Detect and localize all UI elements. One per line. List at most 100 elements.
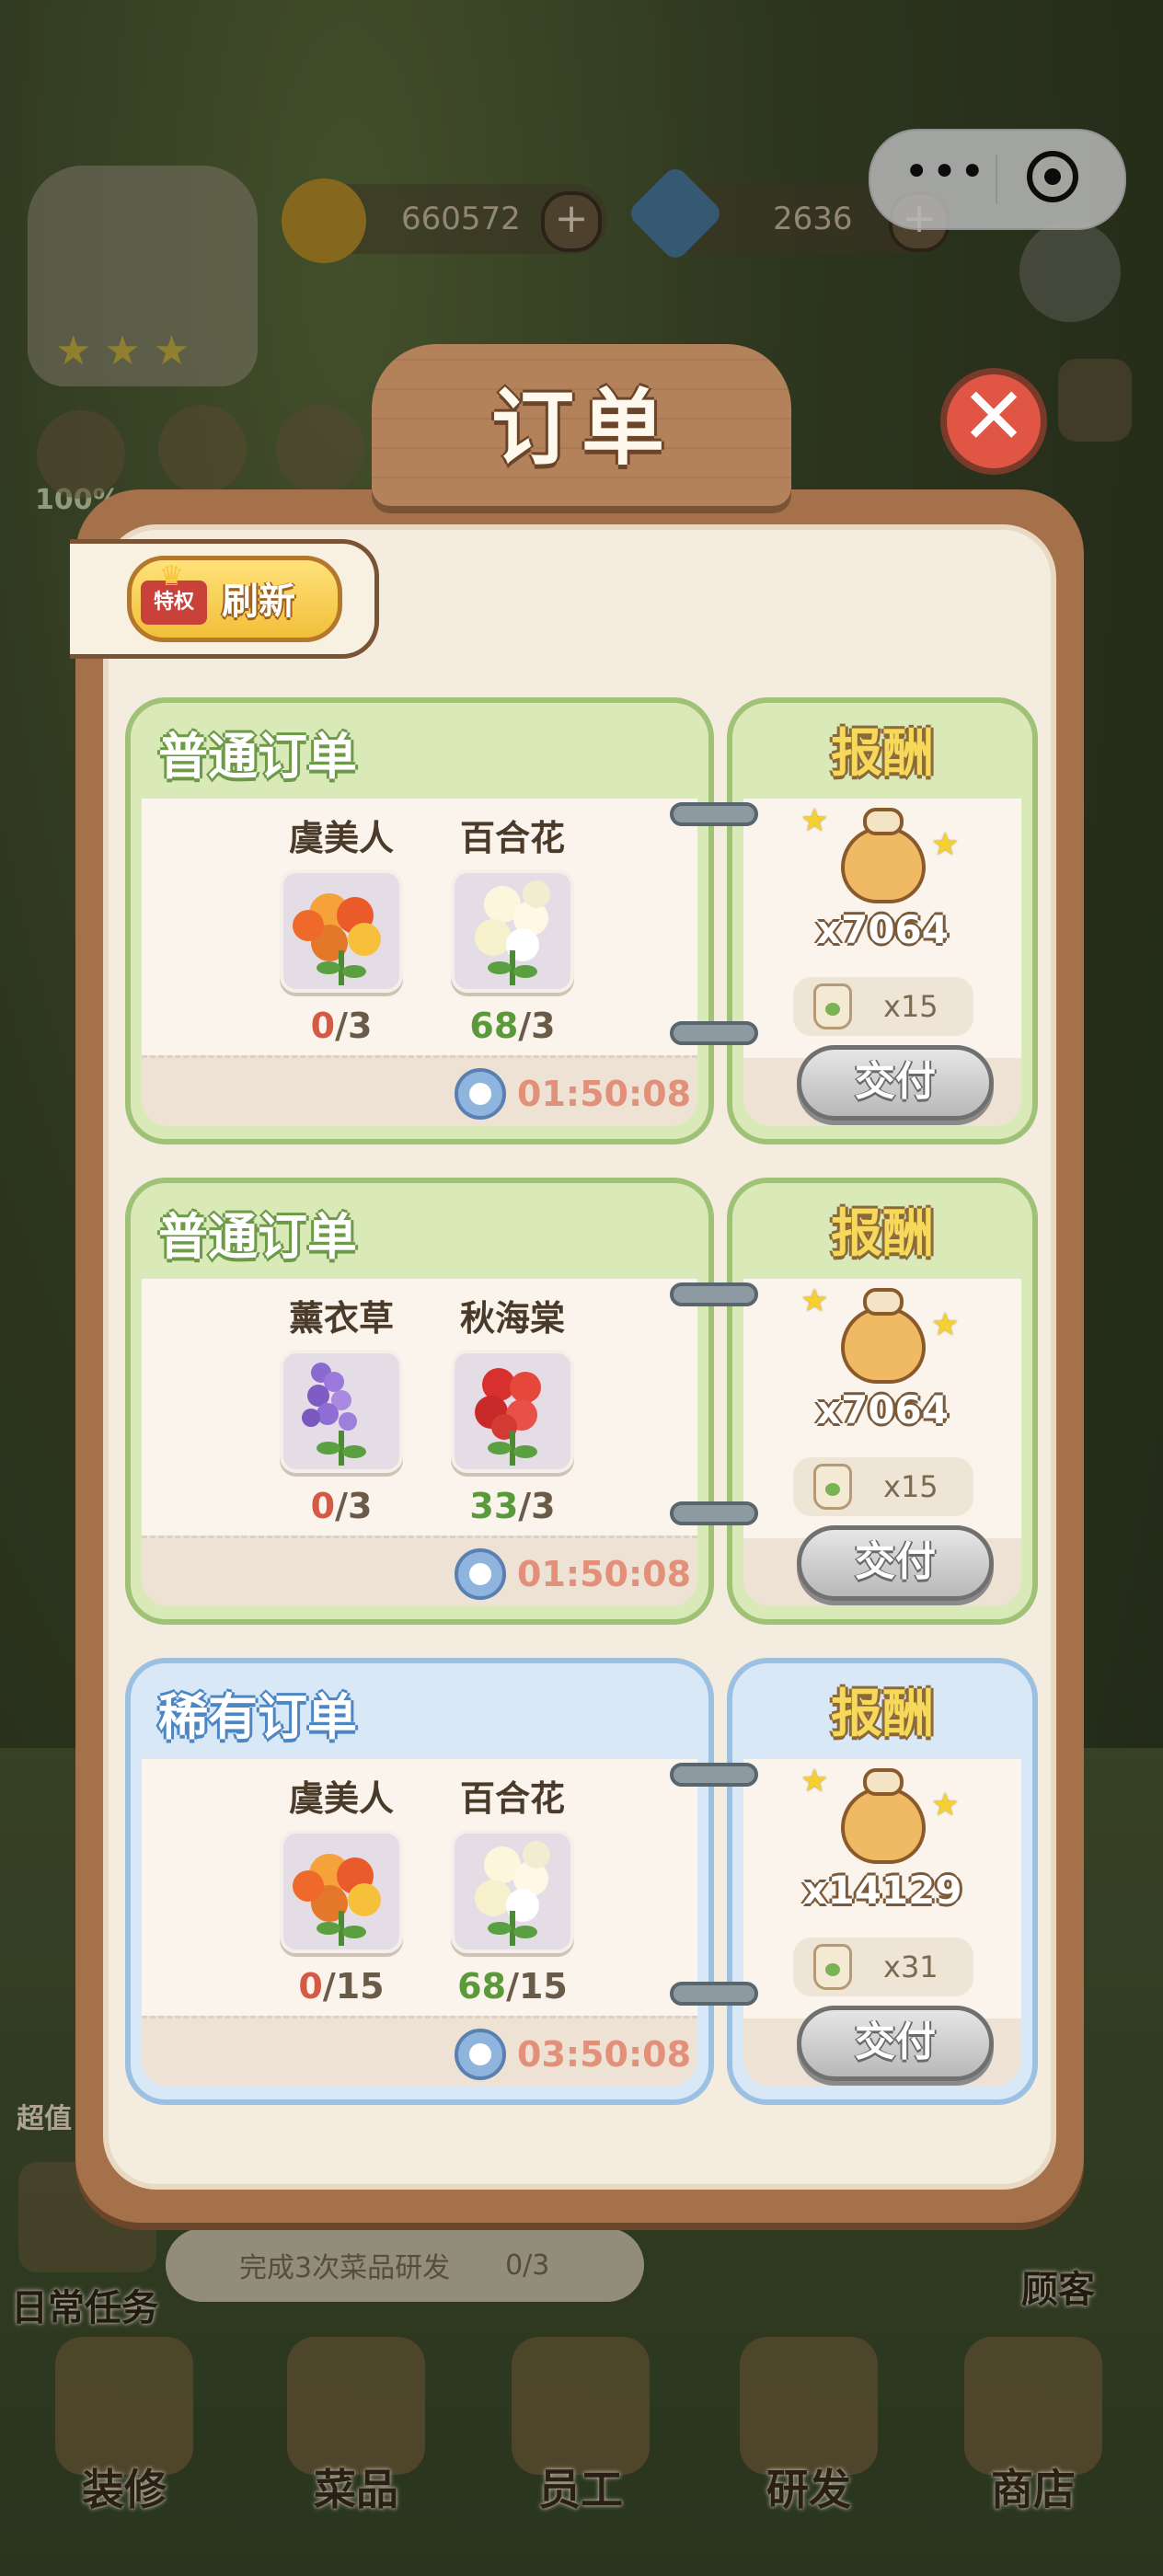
coin-bag-icon	[841, 1288, 926, 1384]
item-name: 虞美人	[288, 1778, 394, 1819]
item-have: 33	[469, 1486, 519, 1526]
binder-ring	[670, 1282, 758, 1306]
jar-quantity: x31	[883, 1949, 938, 1984]
order-timer: 01:50:08	[455, 1065, 691, 1122]
binder-ring	[670, 1021, 758, 1045]
item-name: 百合花	[459, 818, 565, 858]
order-details: 普通订单 虞美人 0/3 百合花 68/3 01:50:08	[125, 697, 714, 1144]
item-have: 0	[310, 1486, 336, 1526]
timer-text: 01:50:08	[517, 1554, 692, 1594]
order-card: 普通订单 虞美人 0/3 百合花 68/3 01:50:08 报酬 ★ ★ x7…	[125, 697, 1038, 1144]
close-button[interactable]: ✕	[940, 368, 1047, 475]
alarm-clock-icon	[455, 2029, 506, 2080]
order-item: 百合花 68/3	[434, 810, 591, 1046]
modal-title: 订单	[491, 380, 672, 477]
order-item: 秋海棠 33/3	[434, 1290, 591, 1526]
order-type: 普通订单	[158, 728, 357, 786]
order-body: 虞美人 0/3 百合花 68/3 01:50:08	[142, 799, 697, 1126]
star-icon: ★	[931, 1306, 960, 1343]
jar-reward: x15	[793, 977, 973, 1036]
order-timer: 03:50:08	[455, 2026, 691, 2083]
order-details: 普通订单 薰衣草 0/3 秋海棠 33/3 01:50:08	[125, 1178, 714, 1625]
reward-body: ★ ★ x7064 x15 交付	[743, 799, 1021, 1126]
star-icon: ★	[800, 1282, 829, 1319]
reward-title: 报酬	[831, 1685, 934, 1744]
timer-text: 03:50:08	[517, 2034, 692, 2075]
item-count: 68/3	[434, 1006, 591, 1046]
item-count: 0/15	[263, 1966, 420, 2007]
vip-crown-badge: 特权	[141, 555, 207, 625]
poppy-flower-icon[interactable]	[280, 1830, 403, 1953]
jar-quantity: x15	[883, 1469, 938, 1504]
coin-bag-icon	[841, 1768, 926, 1864]
refresh-button[interactable]: 特权 刷新	[127, 555, 342, 642]
order-type: 稀有订单	[158, 1688, 357, 1746]
jar-icon	[813, 1944, 852, 1990]
item-count: 0/3	[263, 1486, 420, 1526]
reward-body: ★ ★ x7064 x15 交付	[743, 1279, 1021, 1606]
star-icon: ★	[931, 826, 960, 863]
reward-title: 报酬	[831, 1204, 934, 1264]
jar-quantity: x15	[883, 989, 938, 1024]
reward-body: ★ ★ x14129 x31 交付	[743, 1759, 1021, 2087]
jar-reward: x15	[793, 1457, 973, 1516]
item-name: 秋海棠	[459, 1298, 565, 1339]
order-card: 普通订单 薰衣草 0/3 秋海棠 33/3 01:50:08 报酬 ★ ★ x7…	[125, 1178, 1038, 1625]
item-name: 薰衣草	[288, 1298, 394, 1339]
order-item: 薰衣草 0/3	[263, 1290, 420, 1526]
item-need: /3	[518, 1486, 556, 1526]
alarm-clock-icon	[455, 1068, 506, 1120]
reward-amount: x7064	[816, 1387, 949, 1432]
order-details: 稀有订单 虞美人 0/15 百合花 68/15 03:50:08	[125, 1658, 714, 2105]
jar-reward: x31	[793, 1938, 973, 1996]
order-item: 虞美人 0/15	[263, 1770, 420, 2007]
binder-ring	[670, 1501, 758, 1525]
order-item: 百合花 68/15	[434, 1770, 591, 2007]
jar-icon	[813, 983, 852, 1029]
item-need: /3	[518, 1006, 556, 1046]
star-icon: ★	[800, 1763, 829, 1800]
order-type: 普通订单	[158, 1208, 357, 1266]
item-need: /15	[506, 1966, 568, 2007]
item-have: 68	[457, 1966, 507, 2007]
reward-panel: 报酬 ★ ★ x14129 x31 交付	[727, 1658, 1038, 2105]
binder-ring	[670, 1763, 758, 1787]
item-count: 68/15	[434, 1966, 591, 2007]
reward-amount: x7064	[816, 907, 949, 952]
item-count: 33/3	[434, 1486, 591, 1526]
order-card: 稀有订单 虞美人 0/15 百合花 68/15 03:50:08 报酬 ★ ★ …	[125, 1658, 1038, 2105]
lavender-flower-icon[interactable]	[280, 1350, 403, 1473]
item-need: /3	[335, 1006, 373, 1046]
reward-panel: 报酬 ★ ★ x7064 x15 交付	[727, 697, 1038, 1144]
deliver-button[interactable]: 交付	[797, 1525, 994, 1601]
deliver-button[interactable]: 交付	[797, 1045, 994, 1121]
binder-ring	[670, 1982, 758, 2006]
binder-ring	[670, 802, 758, 826]
coin-bag-icon	[841, 808, 926, 903]
jar-icon	[813, 1464, 852, 1510]
reward-title: 报酬	[831, 724, 934, 784]
reward-panel: 报酬 ★ ★ x7064 x15 交付	[727, 1178, 1038, 1625]
reward-amount: x14129	[802, 1868, 962, 1913]
item-have: 0	[310, 1006, 336, 1046]
item-have: 0	[298, 1966, 323, 2007]
begonia-flower-icon[interactable]	[451, 1350, 574, 1473]
order-item: 虞美人 0/3	[263, 810, 420, 1046]
order-body: 薰衣草 0/3 秋海棠 33/3 01:50:08	[142, 1279, 697, 1606]
lily-flower-icon[interactable]	[451, 869, 574, 993]
refresh-label: 刷新	[222, 581, 295, 623]
item-name: 百合花	[459, 1778, 565, 1819]
item-name: 虞美人	[288, 818, 394, 858]
alarm-clock-icon	[455, 1548, 506, 1600]
item-have: 68	[469, 1006, 519, 1046]
item-need: /3	[335, 1486, 373, 1526]
poppy-flower-icon[interactable]	[280, 869, 403, 993]
lily-flower-icon[interactable]	[451, 1830, 574, 1953]
order-body: 虞美人 0/15 百合花 68/15 03:50:08	[142, 1759, 697, 2087]
star-icon: ★	[931, 1787, 960, 1823]
item-need: /15	[322, 1966, 385, 2007]
order-timer: 01:50:08	[455, 1546, 691, 1603]
item-count: 0/3	[263, 1006, 420, 1046]
deliver-button[interactable]: 交付	[797, 2006, 994, 2081]
star-icon: ★	[800, 802, 829, 839]
